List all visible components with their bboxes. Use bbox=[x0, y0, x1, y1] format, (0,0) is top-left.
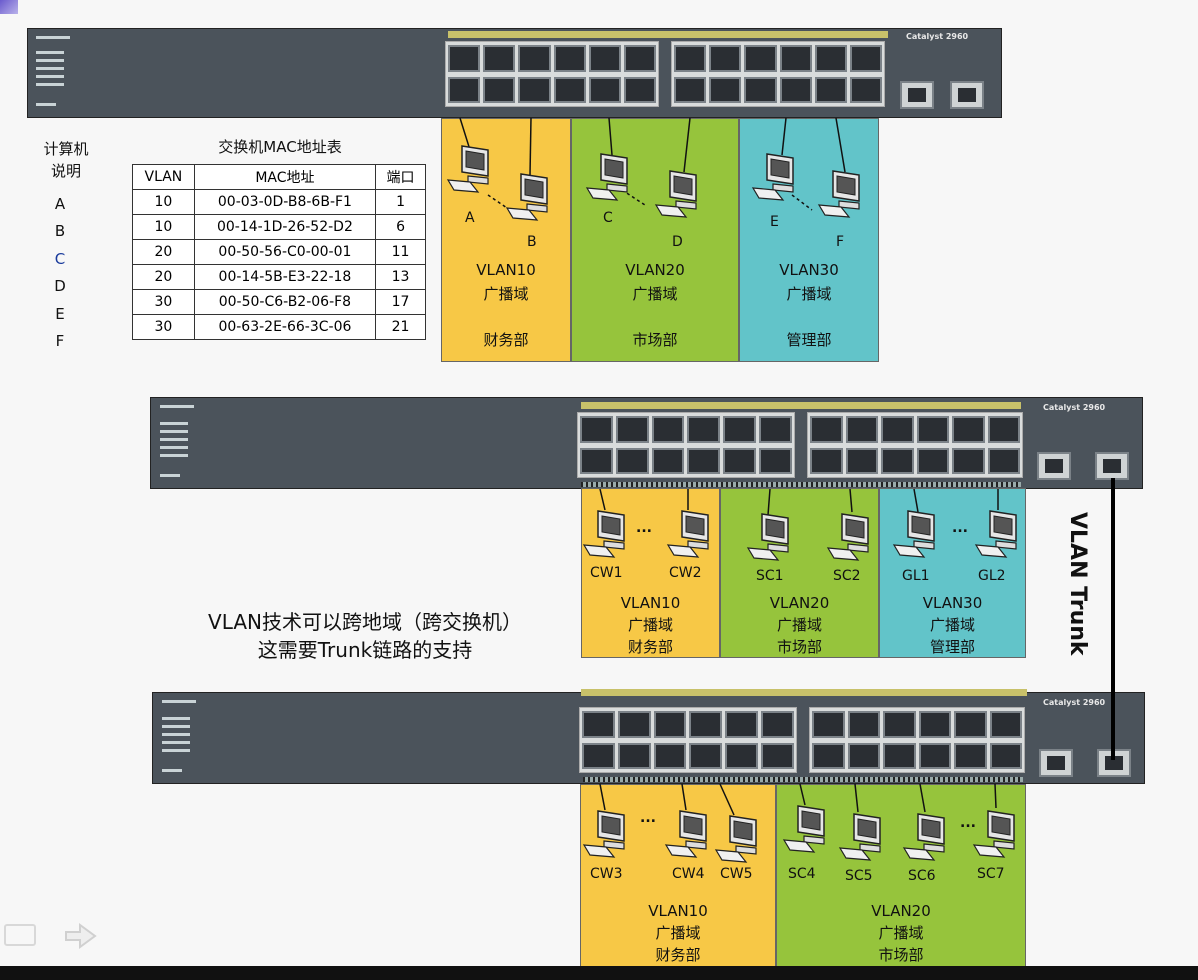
next-slide-icon[interactable] bbox=[64, 922, 98, 950]
trunk-label: VLAN Trunk bbox=[1065, 512, 1090, 656]
trunk-link bbox=[1111, 478, 1115, 760]
prev-slide-icon[interactable] bbox=[4, 924, 36, 946]
bottom-bar bbox=[0, 966, 1198, 980]
corner-mark bbox=[0, 0, 18, 14]
